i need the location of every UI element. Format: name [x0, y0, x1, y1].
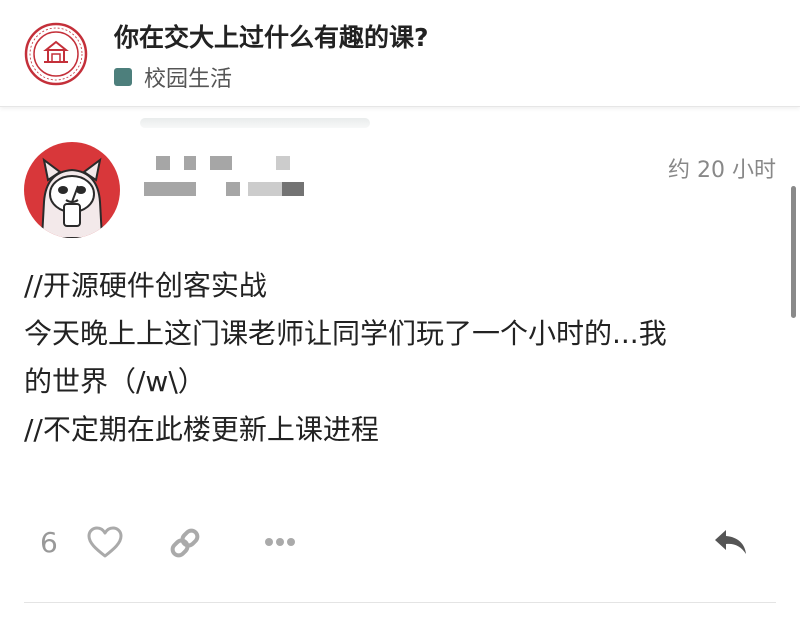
post-actions: 6	[0, 522, 800, 566]
scrollbar[interactable]	[791, 186, 796, 318]
topic-title[interactable]: 你在交大上过什么有趣的课?	[114, 18, 429, 54]
post-line: //不定期在此楼更新上课进程	[24, 413, 379, 446]
username-redacted[interactable]	[156, 156, 290, 170]
category-color-swatch	[114, 68, 132, 86]
like-count: 6	[40, 526, 58, 559]
redaction-block	[226, 182, 240, 196]
post-divider	[24, 602, 776, 603]
more-icon[interactable]	[262, 532, 298, 552]
redaction-block	[144, 182, 196, 196]
post-line: //开源硬件创客实战	[24, 269, 267, 302]
post-timestamp[interactable]: 约 20 小时	[668, 152, 776, 184]
topic-header: 你在交大上过什么有趣的课? 校园生活	[0, 0, 800, 107]
post-line: 今天晚上上这门课老师让同学们玩了一个小时的...我	[24, 317, 667, 350]
cartoon-cat-avatar-icon	[24, 142, 120, 238]
university-seal-icon[interactable]	[24, 22, 88, 86]
category-badge[interactable]: 校园生活	[114, 62, 232, 92]
redaction-block	[248, 182, 282, 196]
category-label: 校园生活	[144, 67, 233, 92]
post-content: //开源硬件创客实战 今天晚上上这门课老师让同学们玩了一个小时的...我 的世界…	[24, 262, 776, 454]
link-icon[interactable]	[166, 524, 204, 562]
redaction-block	[210, 156, 232, 170]
header-shadow-band	[140, 118, 370, 128]
redaction-block	[276, 156, 290, 170]
user-subinfo-redacted	[144, 182, 304, 196]
post-line: 的世界（/w\）	[24, 365, 206, 398]
reply-icon[interactable]	[712, 526, 750, 558]
redaction-block	[156, 156, 170, 170]
redaction-block	[282, 182, 304, 196]
heart-icon[interactable]	[86, 525, 124, 559]
user-avatar[interactable]	[24, 142, 120, 238]
redaction-block	[184, 156, 196, 170]
